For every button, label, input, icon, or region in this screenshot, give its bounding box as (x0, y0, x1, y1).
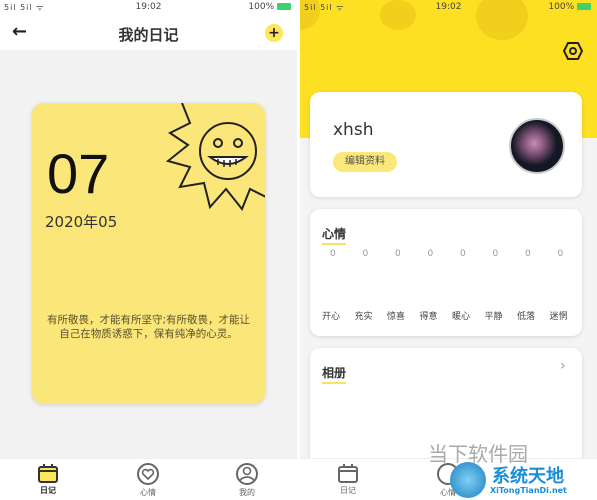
mood-label[interactable]: 开心 (322, 309, 355, 322)
status-bar: 5il 5il ᯤ 19:02 100% (0, 0, 297, 14)
mood-title: 心情 (322, 227, 347, 245)
watermark-text: 系统天地 (492, 466, 564, 487)
sun-doodle-icon (165, 103, 265, 211)
nav-label: 日记 (40, 486, 56, 495)
page-title: 我的日记 (118, 26, 179, 44)
mood-count: 0 (492, 249, 499, 259)
diary-card[interactable]: 07 2020年05 有所敬畏，才能有所坚守;有所敬畏，才能让自己在物质诱惑下，… (32, 103, 265, 404)
nav-label: 日记 (340, 486, 356, 495)
mood-count: 0 (460, 249, 466, 259)
battery-icon (277, 3, 291, 10)
nav-item-diary[interactable]: 日记 (318, 463, 378, 496)
mood-count: 0 (525, 249, 531, 259)
user-icon (236, 463, 258, 485)
nav-item-diary[interactable]: 日记 (18, 463, 78, 496)
mood-label[interactable]: 平静 (485, 309, 518, 322)
mood-count: 0 (395, 249, 401, 259)
watermark-logo (450, 462, 486, 498)
username: xhsh (333, 120, 374, 140)
bottom-nav: 日记 心情 我的 (0, 458, 297, 500)
calendar-icon (338, 464, 358, 483)
mood-label[interactable]: 迷惘 (550, 309, 583, 322)
avatar[interactable] (509, 118, 565, 174)
mood-label[interactable]: 充实 (355, 309, 388, 322)
edit-profile-button[interactable]: 编辑资料 (333, 152, 397, 172)
nav-item-me[interactable]: 我的 (217, 463, 277, 498)
profile-card: xhsh 编辑资料 (310, 92, 582, 197)
diary-year-month: 2020年05 (45, 213, 118, 231)
calendar-icon (38, 464, 58, 483)
battery-icon (577, 3, 591, 10)
profile-screen: 5il 5il ᯤ 19:02 100% xhsh 编辑资料 心情 0 0 0 … (300, 0, 597, 500)
heart-icon (137, 463, 159, 485)
mood-label[interactable]: 惊喜 (387, 309, 420, 322)
mood-label[interactable]: 低落 (517, 309, 550, 322)
battery-text: 100% (548, 2, 575, 12)
mood-label[interactable]: 暖心 (452, 309, 485, 322)
mood-label[interactable]: 得意 (420, 309, 453, 322)
watermark-url: XiTongTianDi.net (490, 486, 567, 495)
add-diary-button[interactable]: + (265, 24, 283, 42)
battery: 100% (248, 2, 291, 12)
chevron-right-icon[interactable]: › (560, 358, 566, 374)
diary-text: 有所敬畏，才能有所坚守;有所敬畏，才能让自己在物质诱惑下，保有纯净的心灵。 (46, 314, 251, 340)
nav-label: 心情 (140, 488, 156, 497)
battery: 100% (548, 2, 591, 12)
mood-count: 0 (362, 249, 369, 259)
diary-screen: 5il 5il ᯤ 19:02 100% ← 我的日记 + 07 2020年05… (0, 0, 297, 500)
diary-day: 07 (47, 142, 110, 205)
settings-icon[interactable] (563, 41, 583, 61)
mood-card: 心情 0 0 0 0 0 0 0 0 开心 充实 惊喜 得意 暖心 平静 低落 … (310, 209, 582, 336)
nav-label: 我的 (239, 488, 255, 497)
mood-count: 0 (557, 249, 564, 259)
mood-labels: 开心 充实 惊喜 得意 暖心 平静 低落 迷惘 (322, 309, 592, 322)
nav-item-mood[interactable]: 心情 (118, 463, 178, 498)
mood-counts: 0 0 0 0 0 0 0 0 (322, 249, 592, 259)
album-title: 相册 (322, 366, 347, 384)
battery-text: 100% (248, 2, 275, 12)
mood-count: 0 (330, 249, 336, 259)
mood-count: 0 (427, 249, 434, 259)
status-bar: 5il 5il ᯤ 19:02 100% (300, 0, 597, 14)
